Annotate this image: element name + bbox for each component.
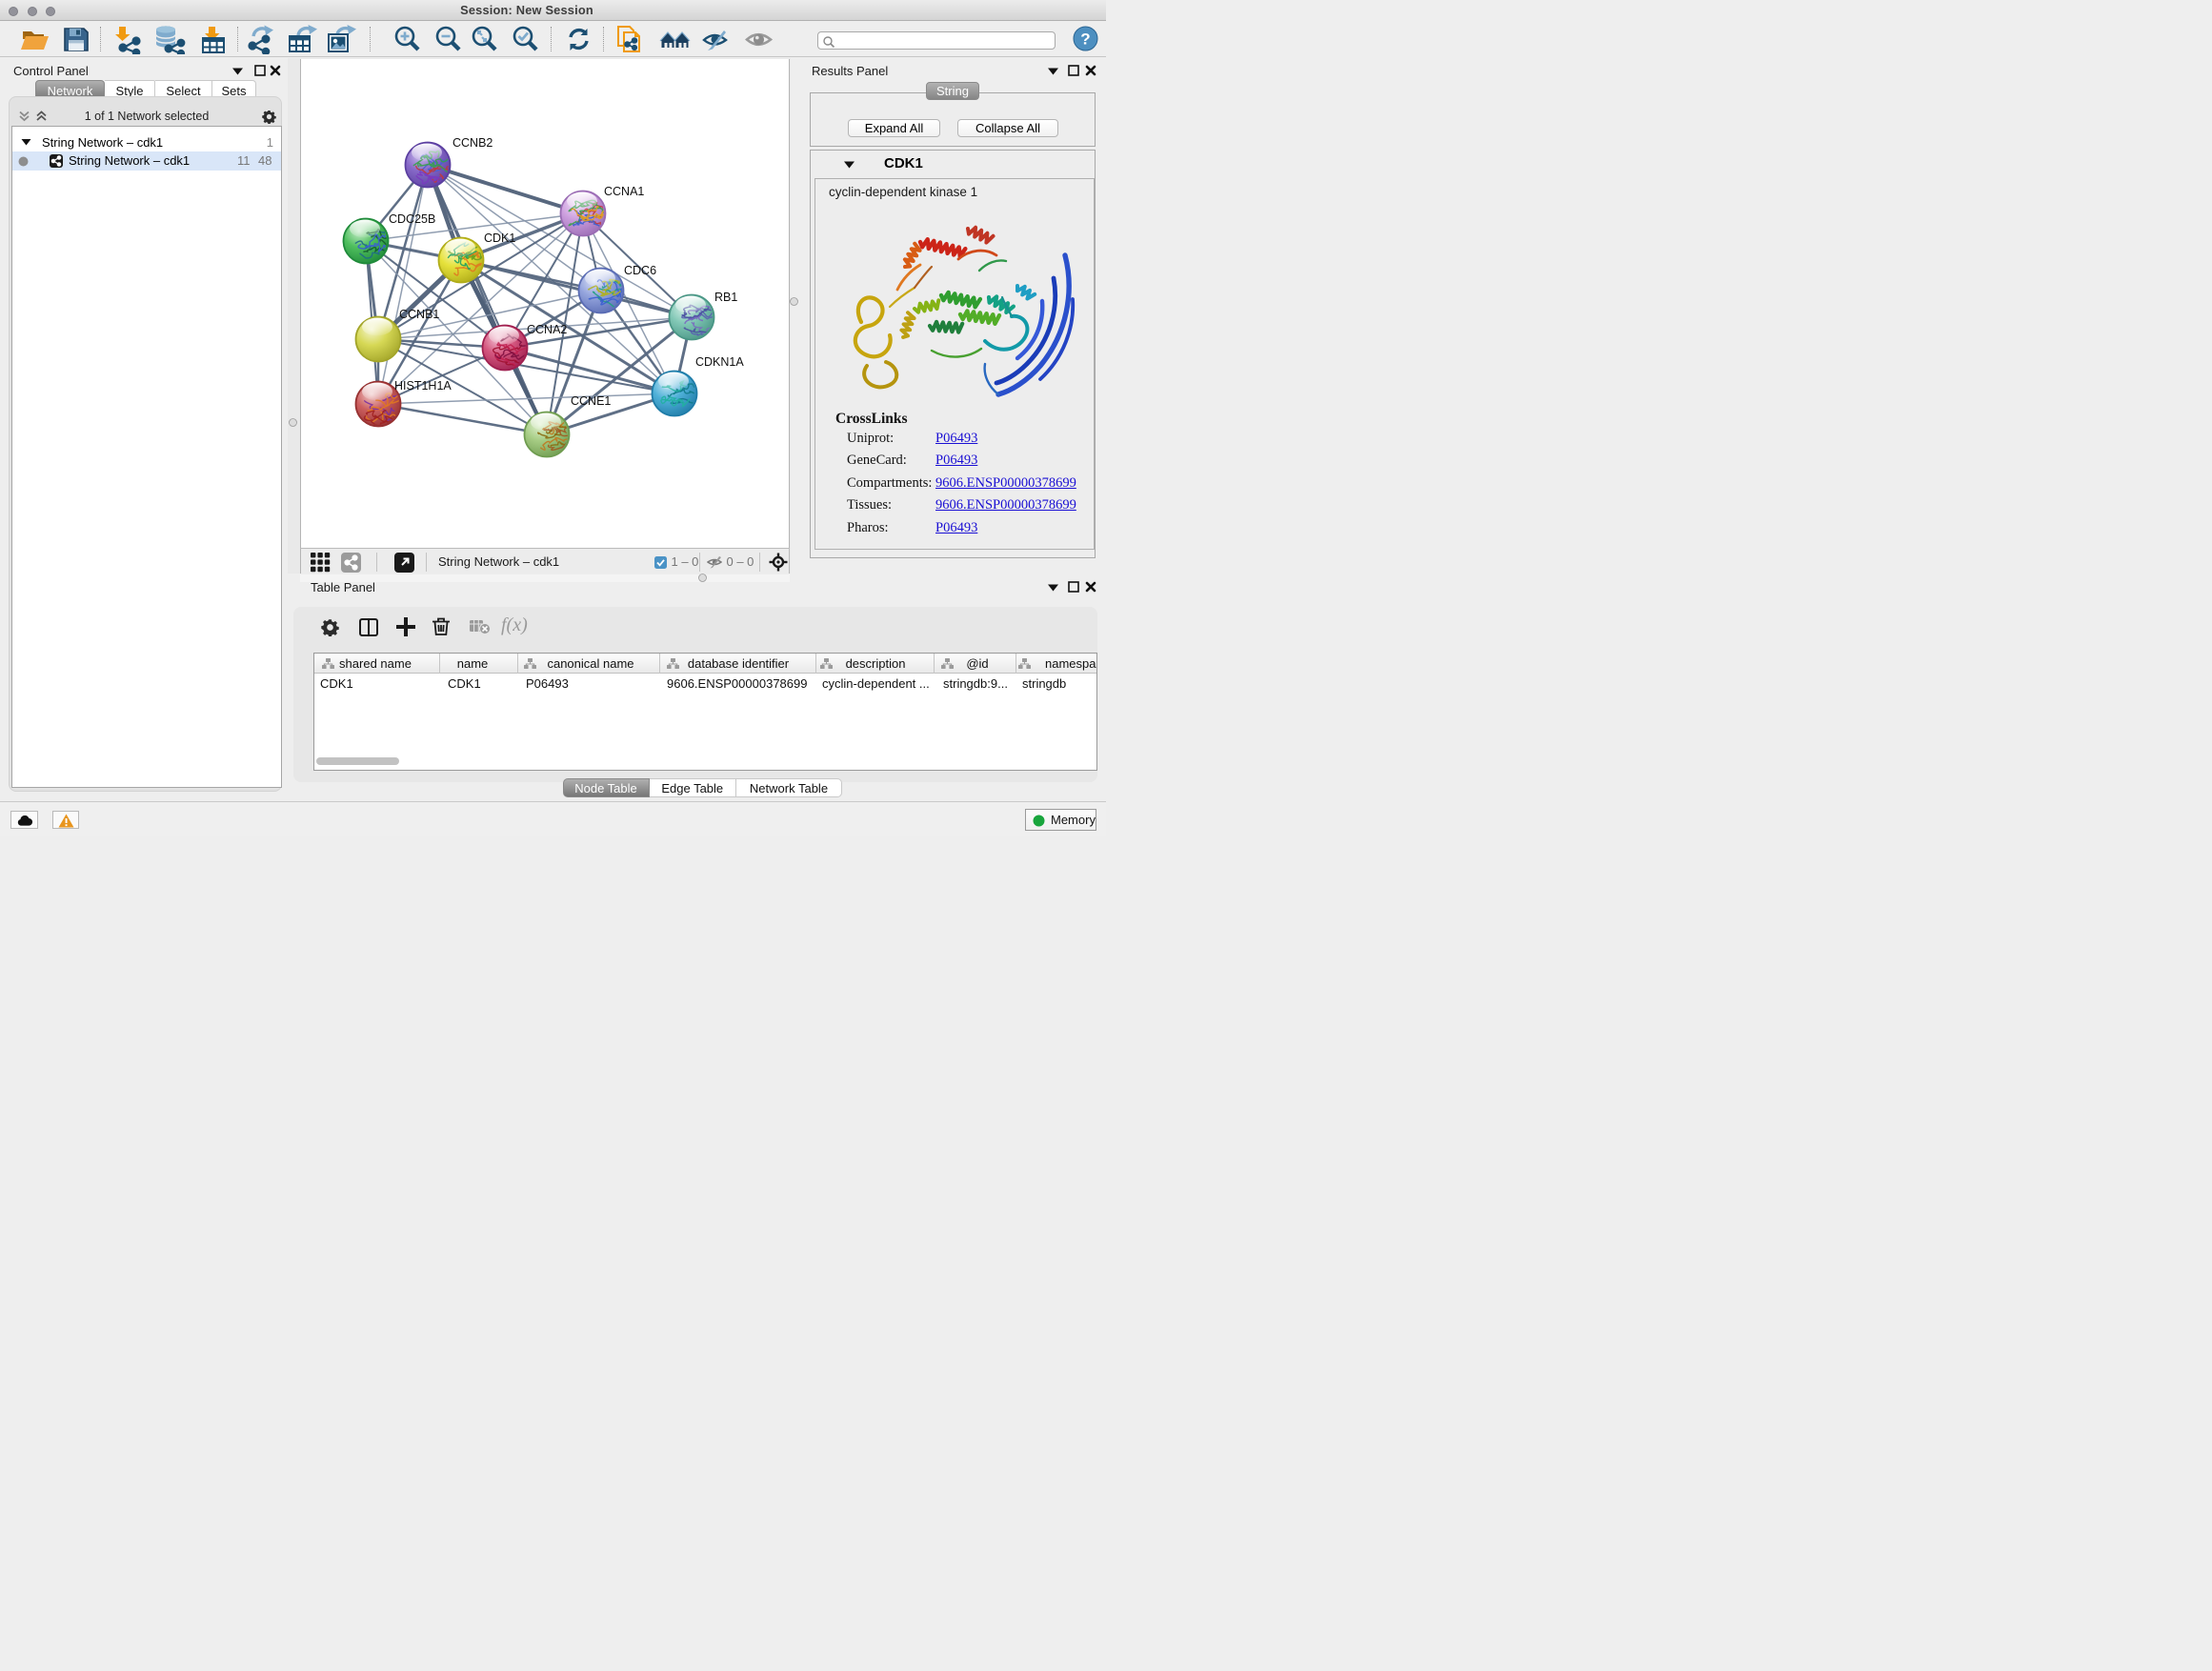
svg-text:CDKN1A: CDKN1A bbox=[695, 355, 744, 369]
svg-text:?: ? bbox=[1080, 30, 1090, 49]
svg-text:RB1: RB1 bbox=[714, 291, 737, 304]
svg-text:CCNE1: CCNE1 bbox=[571, 394, 611, 408]
svg-text:CCNB2: CCNB2 bbox=[452, 136, 493, 150]
svg-text:HIST1H1A: HIST1H1A bbox=[394, 379, 452, 393]
svg-text:CDK1: CDK1 bbox=[484, 232, 515, 245]
svg-text:CCNA2: CCNA2 bbox=[527, 323, 567, 336]
svg-text:CCNA1: CCNA1 bbox=[604, 185, 644, 198]
svg-text:CDC25B: CDC25B bbox=[389, 212, 435, 226]
svg-text:CCNB1: CCNB1 bbox=[399, 308, 439, 321]
svg-text:CDC6: CDC6 bbox=[624, 264, 656, 277]
